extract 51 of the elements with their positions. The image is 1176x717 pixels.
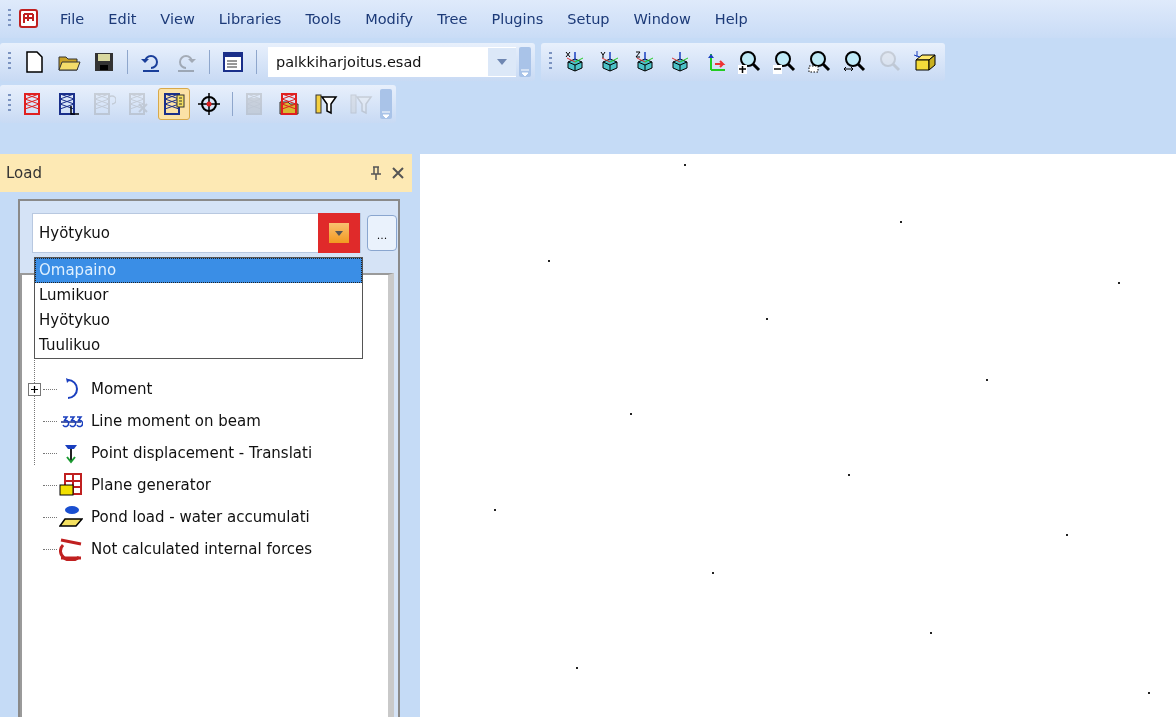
load-case-dropdown[interactable]: Hyötykuo bbox=[32, 213, 361, 253]
zoom-in-icon bbox=[738, 50, 762, 74]
crosshair-icon bbox=[197, 92, 221, 116]
caret-icon bbox=[335, 230, 343, 236]
caret-icon bbox=[382, 111, 390, 119]
load-type-item[interactable]: Line moment on beam bbox=[91, 412, 261, 430]
menu-item[interactable]: Help bbox=[703, 7, 759, 31]
app-logo-icon bbox=[17, 7, 41, 31]
menu-item[interactable]: Plugins bbox=[480, 7, 555, 31]
menu-item[interactable]: View bbox=[149, 7, 206, 31]
structure-axes-icon bbox=[57, 92, 81, 116]
menu-item[interactable]: Tree bbox=[426, 7, 479, 31]
zoom-out-icon bbox=[773, 50, 797, 74]
caret-icon bbox=[497, 59, 507, 65]
zoom-fit-icon bbox=[843, 50, 867, 74]
load-type-item[interactable]: Plane generator bbox=[91, 476, 211, 494]
menu-item[interactable]: File bbox=[49, 7, 96, 31]
project-dropdown[interactable]: palkkiharjoitus.esad bbox=[268, 47, 516, 77]
menu-item[interactable]: Edit bbox=[97, 7, 148, 31]
menu-item[interactable]: Libraries bbox=[207, 7, 293, 31]
load-type-item[interactable]: Pond load - water accumulati bbox=[91, 508, 310, 526]
dropdown-option[interactable]: Hyötykuo bbox=[35, 308, 362, 333]
menu-item[interactable]: Setup bbox=[556, 7, 621, 31]
menu-item[interactable]: Modify bbox=[354, 7, 425, 31]
expand-icon[interactable] bbox=[28, 382, 41, 396]
pond-load-icon bbox=[59, 505, 83, 529]
caret-icon bbox=[521, 69, 529, 77]
filter-icon bbox=[349, 92, 373, 116]
structure-cross-icon bbox=[127, 92, 151, 116]
zoom-icon bbox=[878, 50, 902, 74]
properties-window-icon bbox=[221, 50, 245, 74]
load-type-item[interactable]: Point displacement - Translati bbox=[91, 444, 313, 462]
more-button[interactable]: ... bbox=[367, 215, 397, 251]
dropdown-button[interactable] bbox=[318, 213, 360, 253]
panel-title: Load bbox=[6, 164, 42, 182]
load-type-item[interactable]: Moment bbox=[91, 380, 153, 398]
toolbar-button[interactable] bbox=[158, 88, 190, 120]
structure-undo-icon bbox=[92, 92, 116, 116]
menu-item[interactable]: Tools bbox=[294, 7, 353, 31]
zoom-window-icon bbox=[808, 50, 832, 74]
box-3d-icon bbox=[913, 50, 937, 74]
plane-generator-icon bbox=[59, 473, 83, 497]
internal-forces-icon bbox=[59, 537, 83, 561]
close-icon[interactable] bbox=[392, 167, 404, 179]
dropdown-option[interactable]: Tuulikuo bbox=[35, 333, 362, 358]
pin-icon[interactable] bbox=[370, 166, 382, 180]
structure-list-icon bbox=[162, 92, 186, 116]
dropdown-option[interactable]: Lumikuor bbox=[35, 283, 362, 308]
menu-item[interactable]: Window bbox=[622, 7, 702, 31]
load-type-item[interactable]: Not calculated internal forces bbox=[91, 540, 313, 558]
filter-icon bbox=[314, 92, 338, 116]
